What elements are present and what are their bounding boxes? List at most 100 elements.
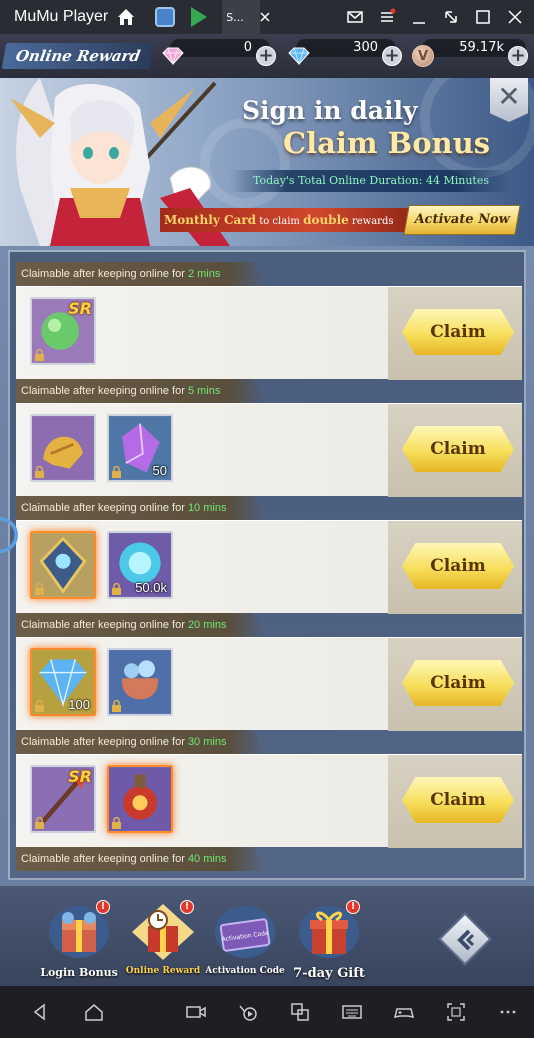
maximize-icon[interactable]: [474, 8, 492, 26]
requirement-minutes: 5 mins: [187, 385, 221, 397]
reward-item[interactable]: 50: [107, 414, 173, 482]
more-options-icon[interactable]: [498, 1002, 518, 1022]
screen-title: Online Reward: [1, 43, 155, 69]
android-home-icon[interactable]: [84, 1002, 104, 1022]
reward-row: Claimable after keeping online for 2 min…: [16, 262, 522, 380]
requirement-minutes: 30 mins: [187, 736, 227, 748]
home-icon[interactable]: [116, 7, 136, 27]
tab-game[interactable]: S...: [222, 0, 261, 34]
nav-7-day-gift-label: 7-day Gift: [293, 966, 365, 981]
item-quantity: 50.0k: [135, 580, 167, 595]
reward-row: Claimable after keeping online for 5 min…: [16, 379, 522, 497]
app-title: MuMu Player: [14, 8, 109, 25]
requirement-minutes: 10 mins: [187, 502, 227, 514]
requirement-text: Claimable after keeping online for: [21, 736, 188, 748]
emulator-title-bar: MuMu Player S...: [0, 0, 534, 34]
reward-item[interactable]: SR: [30, 765, 96, 833]
claim-button[interactable]: Claim: [402, 660, 514, 706]
claim-button[interactable]: Claim: [402, 426, 514, 472]
reward-item[interactable]: [30, 414, 96, 482]
reward-list[interactable]: Claimable after keeping online for 2 min…: [8, 250, 526, 880]
reward-item[interactable]: 100: [30, 648, 96, 716]
lock-icon: [112, 700, 121, 712]
nav-login-bonus[interactable]: Login Bonus !: [38, 896, 120, 982]
nav-activation-code[interactable]: Activation Code Activation Code: [204, 896, 286, 982]
reward-card: 50 Claim: [16, 403, 522, 497]
online-reward-badge: !: [180, 900, 194, 914]
requirement-text: Claimable after keeping online for: [21, 502, 188, 514]
side-ring-icon: [0, 517, 18, 553]
android-back-icon[interactable]: [30, 1002, 50, 1022]
lock-icon: [35, 583, 44, 595]
tab-close-icon[interactable]: [260, 12, 270, 22]
nav-7-day-gift[interactable]: 7-day Gift !: [288, 896, 370, 982]
reward-row: Claimable after keeping online for 30 mi…: [16, 730, 522, 848]
monthly-double-label: double: [303, 213, 349, 227]
video-play-icon[interactable]: [238, 1002, 258, 1022]
activate-now-button[interactable]: Activate Now: [403, 205, 521, 235]
claim-area: Claim: [388, 287, 522, 380]
claim-button[interactable]: Claim: [402, 543, 514, 589]
activation-card-icon: Activation Code: [215, 906, 275, 958]
resize-icon[interactable]: [442, 8, 460, 26]
mail-icon[interactable]: [346, 8, 364, 26]
add-blue-gem-button[interactable]: +: [382, 46, 402, 66]
minimize-icon[interactable]: [410, 8, 428, 26]
app-store-icon: [155, 7, 176, 27]
requirement-minutes: 2 mins: [187, 268, 221, 280]
tab-play-store[interactable]: [186, 0, 212, 34]
lock-icon: [112, 583, 121, 595]
login-bonus-badge: !: [96, 900, 110, 914]
reward-row: Claimable after keeping online for 40 mi…: [16, 847, 522, 878]
reward-card: SR Claim: [16, 754, 522, 848]
reward-item[interactable]: 50.0k: [107, 531, 173, 599]
add-coin-button[interactable]: +: [508, 46, 528, 66]
reward-item[interactable]: [107, 648, 173, 716]
close-button[interactable]: ✕: [490, 78, 528, 122]
requirement-minutes: 40 mins: [187, 853, 227, 865]
screenshot-icon[interactable]: [446, 1002, 466, 1022]
banner-heading-line2: Claim Bonus: [283, 126, 491, 160]
lock-icon: [112, 466, 121, 478]
keyboard-icon[interactable]: [342, 1002, 362, 1022]
resource-hud: Online Reward 0 + 300 + V 59.17k +: [0, 34, 534, 78]
nav-online-reward[interactable]: Online Reward !: [122, 896, 204, 982]
close-window-icon[interactable]: [506, 8, 524, 26]
menu-icon[interactable]: [378, 8, 396, 26]
reward-requirement-label: Claimable after keeping online for 40 mi…: [16, 847, 266, 871]
blue-gem-count: 300: [353, 40, 378, 55]
reward-card: 100 Claim: [16, 637, 522, 731]
reward-requirement-label: Claimable after keeping online for 10 mi…: [16, 496, 266, 520]
add-pink-gem-button[interactable]: +: [256, 46, 276, 66]
reward-card: 50.0k Claim: [16, 520, 522, 614]
reward-item[interactable]: [107, 765, 173, 833]
multi-window-icon[interactable]: [290, 1002, 310, 1022]
reward-item[interactable]: SR: [30, 297, 96, 365]
lock-icon: [35, 349, 44, 361]
monthly-card-promo: Monthly Card to claim double rewards: [160, 208, 420, 232]
gamepad-icon[interactable]: [394, 1002, 414, 1022]
pink-gem-icon: [162, 47, 184, 66]
reward-requirement-label: Claimable after keeping online for 30 mi…: [16, 730, 266, 754]
claim-button[interactable]: Claim: [402, 777, 514, 823]
monthly-text-1: to claim: [256, 216, 304, 227]
requirement-text: Claimable after keeping online for: [21, 385, 188, 397]
tab-app-store[interactable]: [152, 0, 178, 34]
rarity-badge: SR: [68, 299, 92, 318]
coin-icon: V: [412, 45, 434, 67]
coin-count: 59.17k: [459, 40, 504, 55]
claim-button[interactable]: Claim: [402, 309, 514, 355]
rarity-badge: SR: [68, 767, 92, 786]
nav-online-reward-label: Online Reward: [125, 966, 201, 976]
blue-gem-icon: [288, 47, 310, 66]
lock-icon: [112, 817, 121, 829]
monthly-card-label: Monthly Card: [164, 213, 257, 227]
tab-game-label: S...: [226, 10, 244, 24]
play-store-icon: [191, 7, 208, 27]
reward-item[interactable]: [30, 531, 96, 599]
banner-heading-line1: Sign in daily: [242, 96, 418, 125]
screen-record-icon[interactable]: [186, 1002, 206, 1022]
item-quantity: 100: [68, 697, 90, 712]
online-duration-text: Today's Total Online Duration: 44 Minute…: [230, 170, 512, 192]
nav-activation-code-label: Activation Code: [205, 966, 285, 976]
